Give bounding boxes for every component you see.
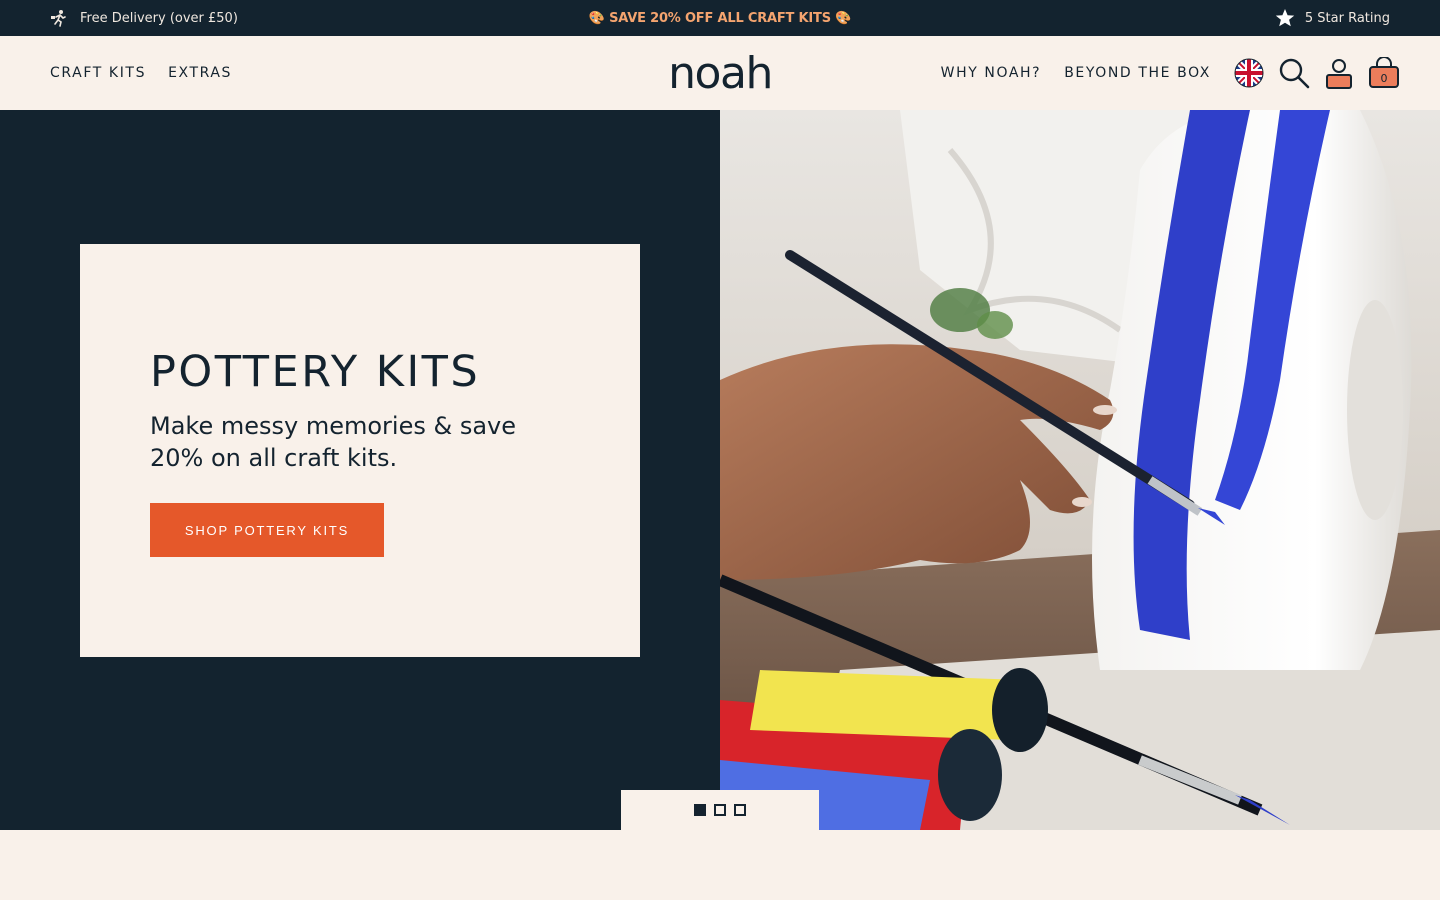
account-icon[interactable] [1324, 57, 1354, 89]
hero-text-panel: POTTERY KITS Make messy memories & save … [0, 110, 720, 830]
slider-dot-3[interactable] [734, 804, 746, 816]
slider-pagination [621, 790, 819, 830]
promo-text: 🎨 SAVE 20% OFF ALL CRAFT KITS 🎨 [588, 10, 852, 26]
nav-craft-kits[interactable]: CRAFT KITS [50, 65, 146, 81]
rating-info: 5 Star Rating [1275, 0, 1390, 36]
rating-text: 5 Star Rating [1304, 10, 1390, 26]
secondary-nav: WHY NOAH? BEYOND THE BOX 0 [941, 36, 1400, 110]
primary-nav: CRAFT KITS EXTRAS [50, 36, 232, 110]
hero-title: POTTERY KITS [150, 347, 481, 397]
slider-dot-2[interactable] [714, 804, 726, 816]
search-icon[interactable] [1278, 57, 1310, 89]
star-icon [1275, 8, 1295, 28]
nav-extras[interactable]: EXTRAS [168, 65, 232, 81]
uk-flag-icon[interactable] [1234, 58, 1264, 88]
slider-dot-1[interactable] [694, 804, 706, 816]
hero-card: POTTERY KITS Make messy memories & save … [80, 244, 640, 657]
announcement-bar: Free Delivery (over £50) 🎨 SAVE 20% OFF … [0, 0, 1440, 36]
nav-beyond-the-box[interactable]: BEYOND THE BOX [1064, 65, 1211, 81]
site-header: CRAFT KITS EXTRAS noah WHY NOAH? BEYOND … [0, 36, 1440, 110]
nav-why-noah[interactable]: WHY NOAH? [941, 65, 1042, 81]
site-logo[interactable]: noah [620, 36, 820, 110]
hero-subtitle: Make messy memories & save 20% on all cr… [150, 412, 516, 472]
cart-count: 0 [1380, 72, 1388, 85]
shop-pottery-kits-button[interactable]: SHOP POTTERY KITS [150, 503, 384, 557]
hero-image [720, 110, 1440, 830]
cart-icon[interactable]: 0 [1368, 57, 1400, 89]
